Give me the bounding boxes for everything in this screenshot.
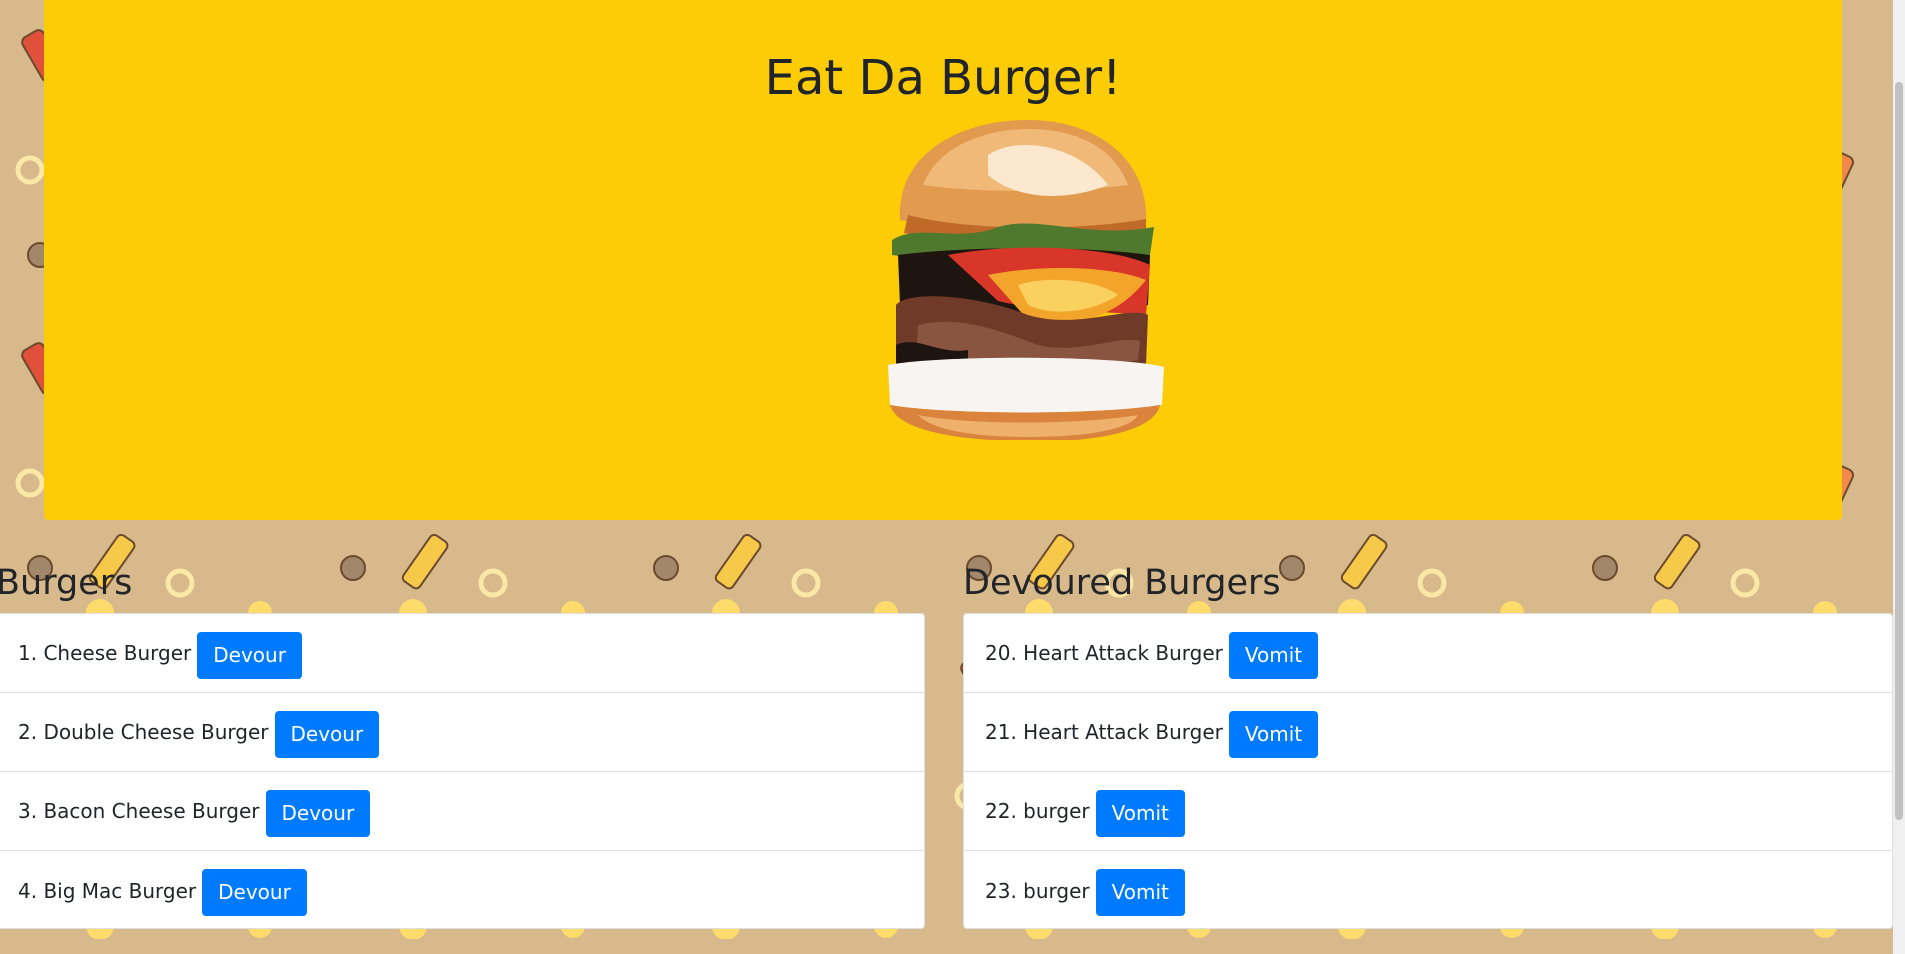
scrollbar[interactable] (1893, 0, 1905, 954)
devour-button[interactable]: Devour (274, 710, 380, 758)
list-item: 23. burger Vomit (964, 851, 1892, 930)
list-item: 22. burger Vomit (964, 772, 1892, 851)
burger-name: 20. Heart Attack Burger (985, 641, 1223, 665)
burger-name: 21. Heart Attack Burger (985, 720, 1223, 744)
burger-name: 2. Double Cheese Burger (18, 720, 269, 744)
devour-button[interactable]: Devour (202, 869, 307, 916)
devour-button[interactable]: Devour (197, 631, 302, 679)
burgers-list: 1. Cheese Burger Devour 2. Double Cheese… (0, 613, 925, 929)
list-item: 1. Cheese Burger Devour (0, 614, 924, 693)
burger-name: 1. Cheese Burger (18, 641, 192, 665)
header-banner: Eat Da Burger! (44, 0, 1842, 520)
vomit-button[interactable]: Vomit (1095, 869, 1185, 916)
burger-image (878, 115, 1168, 442)
list-item: 4. Big Mac Burger Devour (0, 851, 924, 930)
list-item: 3. Bacon Cheese Burger Devour (0, 772, 924, 851)
burgers-heading: Burgers (0, 563, 133, 603)
list-item: 20. Heart Attack Burger Vomit (964, 614, 1892, 693)
list-item: 2. Double Cheese Burger Devour (0, 693, 924, 772)
burger-name: 23. burger (985, 878, 1090, 903)
devour-button[interactable]: Devour (265, 789, 371, 837)
list-item: 21. Heart Attack Burger Vomit (964, 693, 1892, 772)
burger-name: 3. Bacon Cheese Burger (18, 799, 260, 823)
page-title: Eat Da Burger! (764, 50, 1122, 106)
devoured-burgers-heading: Devoured Burgers (963, 563, 1281, 603)
burger-name: 22. burger (985, 799, 1090, 823)
devoured-burgers-list: 20. Heart Attack Burger Vomit 21. Heart … (963, 613, 1893, 929)
burger-name: 4. Big Mac Burger (18, 878, 197, 903)
scrollbar-thumb[interactable] (1895, 82, 1903, 820)
vomit-button[interactable]: Vomit (1095, 789, 1185, 837)
vomit-button[interactable]: Vomit (1228, 631, 1319, 679)
vomit-button[interactable]: Vomit (1228, 710, 1319, 758)
